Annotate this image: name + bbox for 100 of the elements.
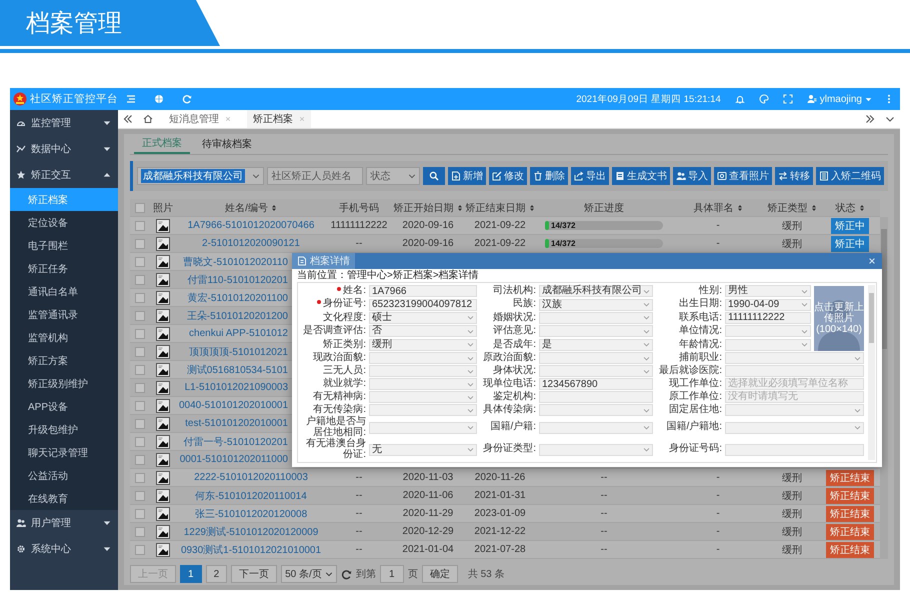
select-field[interactable]: 汉族: [539, 298, 653, 311]
checkbox[interactable]: [135, 508, 145, 518]
name-field[interactable]: 社区矫正人员姓名: [267, 167, 364, 185]
sidebar-item[interactable]: 矫正档案: [10, 188, 118, 211]
page-field[interactable]: 1: [380, 565, 404, 583]
next-page-button[interactable]: 下一页: [231, 565, 278, 583]
sidebar-item[interactable]: 监管通讯录: [10, 303, 118, 326]
select-field[interactable]: 1990-04-09: [725, 298, 811, 311]
checkbox[interactable]: [135, 400, 145, 410]
column-header[interactable]: 状态: [836, 200, 864, 214]
select-field[interactable]: [369, 352, 477, 364]
text-field[interactable]: [539, 391, 653, 403]
name-link[interactable]: 0001-510101202011000: [180, 454, 288, 465]
sidebar-item[interactable]: 定位设备: [10, 211, 118, 234]
org-select[interactable]: 成都融乐科技有限公司: [137, 167, 264, 185]
checkbox[interactable]: [135, 346, 145, 356]
checkbox[interactable]: [135, 238, 145, 248]
double-right-icon[interactable]: [865, 114, 875, 124]
select-field[interactable]: [539, 312, 653, 324]
name-link[interactable]: chenkui APP-5101012: [189, 328, 288, 339]
toolbar-button[interactable]: 删除: [530, 167, 568, 185]
select-field[interactable]: [539, 422, 653, 434]
checkbox[interactable]: [135, 490, 145, 500]
name-link[interactable]: 2-5101012020090121: [202, 238, 300, 249]
chevron-down-icon[interactable]: [885, 114, 895, 124]
column-header[interactable]: 矫正开始日期: [394, 200, 462, 214]
more-icon[interactable]: [886, 94, 892, 104]
toolbar-button[interactable]: 入矫二维码: [816, 167, 884, 185]
status-select[interactable]: 状态: [366, 167, 420, 185]
column-header[interactable]: 矫正结束日期: [466, 200, 534, 214]
name-link[interactable]: 测试0516810534-5101: [186, 362, 288, 376]
toolbar-button[interactable]: 生成文书: [612, 167, 670, 185]
checkbox[interactable]: [135, 544, 145, 554]
name-link[interactable]: 曹晓文-5101012020110: [183, 254, 288, 268]
fullscreen-icon[interactable]: [782, 94, 793, 104]
select-field[interactable]: 男性: [725, 285, 811, 298]
name-link[interactable]: 0930测试1-5101012021010001: [180, 542, 322, 556]
checkbox[interactable]: [135, 526, 145, 536]
name-link[interactable]: 顶顶顶顶-5101012021: [189, 344, 288, 358]
toolbar-button[interactable]: 导入: [673, 167, 711, 185]
scrollbar[interactable]: [868, 285, 875, 460]
checkbox[interactable]: [135, 202, 145, 212]
column-header[interactable]: 矫正类型: [768, 200, 816, 214]
checkbox[interactable]: [135, 292, 145, 302]
toolbar-button[interactable]: 导出: [571, 167, 609, 185]
name-link[interactable]: test-510101202010001: [185, 418, 288, 429]
name-link[interactable]: 1A7966-5101012020070466: [188, 220, 314, 231]
select-field[interactable]: [369, 391, 477, 403]
refresh-icon[interactable]: [340, 568, 352, 580]
select-field[interactable]: [539, 325, 653, 338]
select-field[interactable]: 缓刑: [369, 338, 477, 351]
select-field[interactable]: [725, 422, 864, 434]
sidebar-item[interactable]: 升级包维护: [10, 418, 118, 441]
name-link[interactable]: 王朵-51010120201200: [186, 308, 288, 322]
select-field[interactable]: 无: [369, 444, 477, 456]
name-link[interactable]: 何东-5101012020110014: [195, 488, 307, 502]
checkbox[interactable]: [135, 274, 145, 284]
select-field[interactable]: 成都融乐科技有限公司: [539, 285, 653, 298]
text-field[interactable]: [725, 365, 864, 377]
sidebar-group[interactable]: 用户管理: [10, 510, 118, 536]
page-button[interactable]: 1: [180, 565, 202, 583]
select-field[interactable]: [539, 365, 653, 377]
palette-icon[interactable]: [758, 94, 769, 104]
toolbar-button[interactable]: 修改: [489, 167, 527, 185]
select-field[interactable]: [725, 325, 811, 338]
close-icon[interactable]: [868, 257, 876, 265]
home-icon[interactable]: [143, 114, 153, 124]
name-link[interactable]: L1-5101012021090003: [184, 382, 288, 393]
select-field[interactable]: [369, 378, 477, 390]
checkbox[interactable]: [135, 220, 145, 230]
sidebar-group[interactable]: 监控管理: [10, 110, 118, 136]
toolbar-button[interactable]: 查看照片: [714, 167, 772, 185]
checkbox[interactable]: [135, 472, 145, 482]
sidebar-item[interactable]: 公益活动: [10, 464, 118, 487]
globe-icon[interactable]: [154, 94, 164, 104]
text-field[interactable]: 1A7966: [369, 285, 477, 298]
page-size-select[interactable]: 50 条/页: [281, 565, 337, 583]
checkbox[interactable]: [135, 256, 145, 266]
sidebar-item[interactable]: 电子围栏: [10, 234, 118, 257]
search-button[interactable]: [423, 167, 445, 185]
sidebar-item[interactable]: 聊天记录管理: [10, 441, 118, 464]
page-button[interactable]: 2: [206, 565, 228, 583]
select-field[interactable]: [725, 352, 864, 364]
text-field[interactable]: 652323199004097812: [369, 298, 477, 311]
name-link[interactable]: 付雷一号-51010120201: [183, 434, 288, 448]
sidebar-item[interactable]: 监管机构: [10, 326, 118, 349]
name-link[interactable]: 2222-5101012020110003: [194, 472, 308, 483]
checkbox[interactable]: [135, 454, 145, 464]
text-field[interactable]: 1234567890: [539, 378, 653, 390]
menu-icon[interactable]: [126, 94, 136, 104]
sidebar-item[interactable]: 矫正方案: [10, 349, 118, 372]
name-link[interactable]: 1229测试-5101012020120009: [184, 524, 318, 538]
name-link[interactable]: 0040-510101202010001: [179, 400, 288, 411]
checkbox[interactable]: [135, 382, 145, 392]
sidebar-item[interactable]: APP设备: [10, 395, 118, 418]
sidebar-item[interactable]: 在线教育: [10, 487, 118, 510]
name-link[interactable]: 付雷110-51010120201: [188, 272, 288, 286]
select-field[interactable]: [369, 422, 477, 434]
select-field[interactable]: 硕士: [369, 312, 477, 324]
text-field[interactable]: [725, 444, 864, 456]
